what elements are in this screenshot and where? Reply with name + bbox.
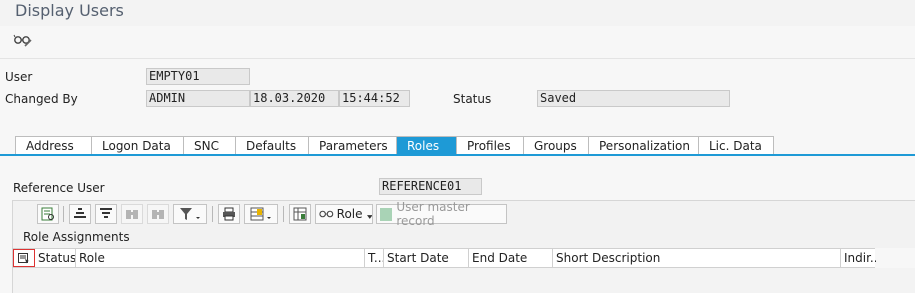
find-button[interactable] [121, 204, 143, 224]
changed-by-label: Changed By [5, 92, 78, 106]
tab-parameters[interactable]: Parameters [309, 137, 397, 155]
page-title: Display Users [15, 1, 124, 20]
user-field[interactable]: EMPTY01 [146, 68, 250, 85]
sort-descending-icon [100, 208, 112, 218]
sort-descending-button[interactable] [95, 204, 117, 224]
print-icon [223, 207, 235, 221]
details-button[interactable] [37, 204, 59, 224]
column-indirect[interactable]: Indir... [841, 249, 876, 267]
toolbar-separator [63, 206, 64, 222]
user-master-icon [380, 207, 393, 221]
filter-icon [180, 208, 200, 220]
tab-address[interactable]: Address [16, 137, 92, 155]
tab-groups[interactable]: Groups [524, 137, 589, 155]
tab-defaults[interactable]: Defaults [236, 137, 309, 155]
table-body [12, 268, 915, 293]
select-all-icon [18, 253, 29, 264]
tab-roles[interactable]: Roles [397, 137, 457, 155]
layout-button[interactable] [289, 204, 311, 224]
role-button[interactable]: Role [315, 204, 373, 224]
column-status[interactable]: Status [35, 249, 76, 267]
application-toolbar [0, 26, 915, 59]
other-user-button[interactable] [11, 29, 35, 51]
tab-profiles[interactable]: Profiles [457, 137, 524, 155]
tab-underline [0, 154, 915, 156]
find-next-button[interactable] [147, 204, 169, 224]
column-short-description[interactable]: Short Description [553, 249, 841, 267]
toolbar-separator [212, 206, 213, 222]
layout-icon [293, 207, 307, 221]
filter-button[interactable] [173, 204, 207, 224]
changed-by-field[interactable]: ADMIN [146, 90, 250, 107]
tab-personalization[interactable]: Personalization [589, 137, 699, 155]
alv-toolbar: Role User master record [12, 200, 915, 228]
views-icon [250, 207, 271, 221]
reference-user-label: Reference User [13, 181, 105, 195]
title-bar: Display Users [0, 0, 915, 26]
details-icon [41, 207, 54, 221]
tab-logon-data[interactable]: Logon Data [92, 137, 184, 155]
tab-strip: Address Logon Data SNC Defaults Paramete… [15, 136, 774, 155]
binoculars-icon [126, 210, 138, 219]
user-master-record-button[interactable]: User master record [376, 200, 507, 228]
dropdown-arrow-icon [366, 215, 372, 219]
toolbar-separator [283, 206, 284, 222]
reference-user-field[interactable]: REFERENCE01 [379, 178, 482, 195]
changed-date-field[interactable]: 18.03.2020 [250, 90, 339, 107]
user-master-record-label: User master record [396, 200, 470, 228]
column-role[interactable]: Role [76, 249, 366, 267]
column-type[interactable]: T... [364, 249, 384, 267]
views-button[interactable] [244, 204, 278, 224]
select-all-button[interactable] [13, 249, 35, 267]
table-header: Status Role T... Start Date End Date Sho… [12, 248, 876, 268]
changed-time-field[interactable]: 15:44:52 [339, 90, 410, 107]
sort-ascending-button[interactable] [69, 204, 91, 224]
glasses-icon [319, 210, 334, 218]
role-button-label: Role [336, 207, 363, 221]
binoculars-next-icon [152, 210, 164, 219]
status-label: Status [453, 92, 492, 106]
column-end-date[interactable]: End Date [469, 249, 553, 267]
glasses-pencil-icon [13, 34, 32, 47]
tab-snc[interactable]: SNC [184, 137, 236, 155]
table-title: Role Assignments [23, 230, 130, 244]
column-start-date[interactable]: Start Date [384, 249, 469, 267]
sort-ascending-icon [74, 208, 86, 218]
user-label: User [5, 70, 33, 84]
tab-lic-data[interactable]: Lic. Data [699, 137, 773, 155]
status-field[interactable]: Saved [537, 90, 730, 107]
table-title-bar: Role Assignments [12, 227, 915, 248]
print-button[interactable] [218, 204, 240, 224]
